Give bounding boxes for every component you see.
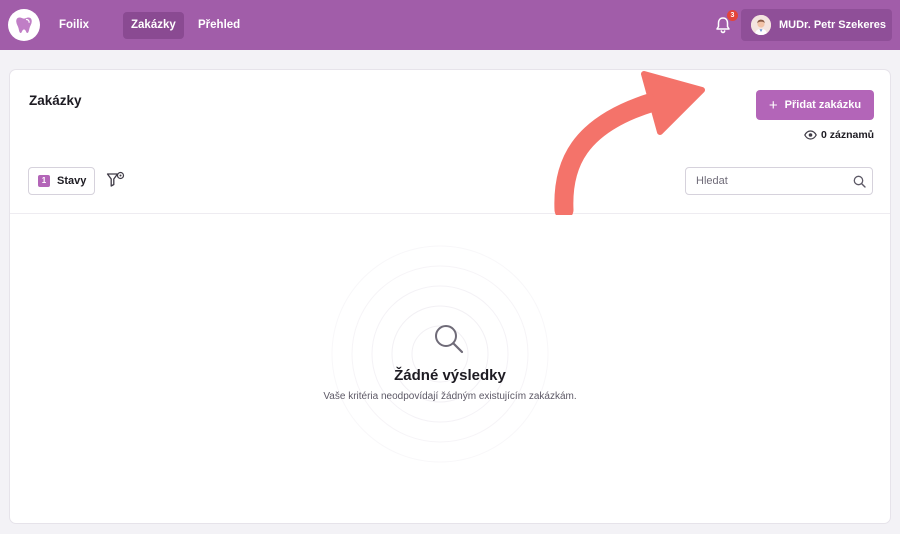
magnifier-icon	[435, 325, 464, 354]
search-field	[685, 167, 873, 195]
search-icon[interactable]	[853, 175, 866, 188]
user-menu-button[interactable]: MUDr. Petr Szekeres	[741, 9, 892, 41]
empty-state-description: Vaše kritéria neodpovídají žádným existu…	[323, 391, 577, 402]
tab-orders[interactable]: Zakázky	[123, 12, 184, 39]
tooth-logo-icon[interactable]	[8, 9, 40, 41]
top-navigation-bar: Foilix Zakázky Přehled 3 MUDr. Petr Szek…	[0, 0, 900, 50]
status-filter-chip[interactable]: 1 Stavy	[28, 167, 95, 195]
records-count-label: 0 záznamů	[821, 129, 875, 141]
plus-icon: +	[768, 96, 778, 114]
records-count: 0 záznamů	[804, 128, 876, 142]
page-title: Zakázky	[29, 93, 82, 108]
user-name: MUDr. Petr Szekeres	[779, 19, 886, 31]
doctor-avatar-icon	[751, 15, 771, 35]
notification-badge: 3	[727, 10, 738, 21]
toolbar-divider	[10, 213, 890, 214]
tooth-icon	[16, 17, 32, 33]
filter-settings-icon[interactable]	[106, 171, 126, 189]
avatar	[751, 15, 771, 35]
search-input[interactable]	[686, 168, 846, 194]
status-filter-label: Stavy	[57, 175, 87, 187]
app-name-link[interactable]: Foilix	[51, 12, 97, 39]
add-order-label: Přidat zakázku	[784, 99, 862, 111]
filter-count-badge: 1	[38, 175, 50, 187]
empty-state-title: Žádné výsledky	[394, 367, 506, 384]
annotation-arrow	[554, 71, 705, 215]
add-order-button[interactable]: + Přidat zakázku	[756, 90, 874, 120]
orders-card: Zakázky + Přidat zakázku 0 záznamů 1 Sta…	[9, 69, 891, 524]
eye-icon	[804, 130, 817, 140]
tab-overview[interactable]: Přehled	[190, 12, 248, 39]
